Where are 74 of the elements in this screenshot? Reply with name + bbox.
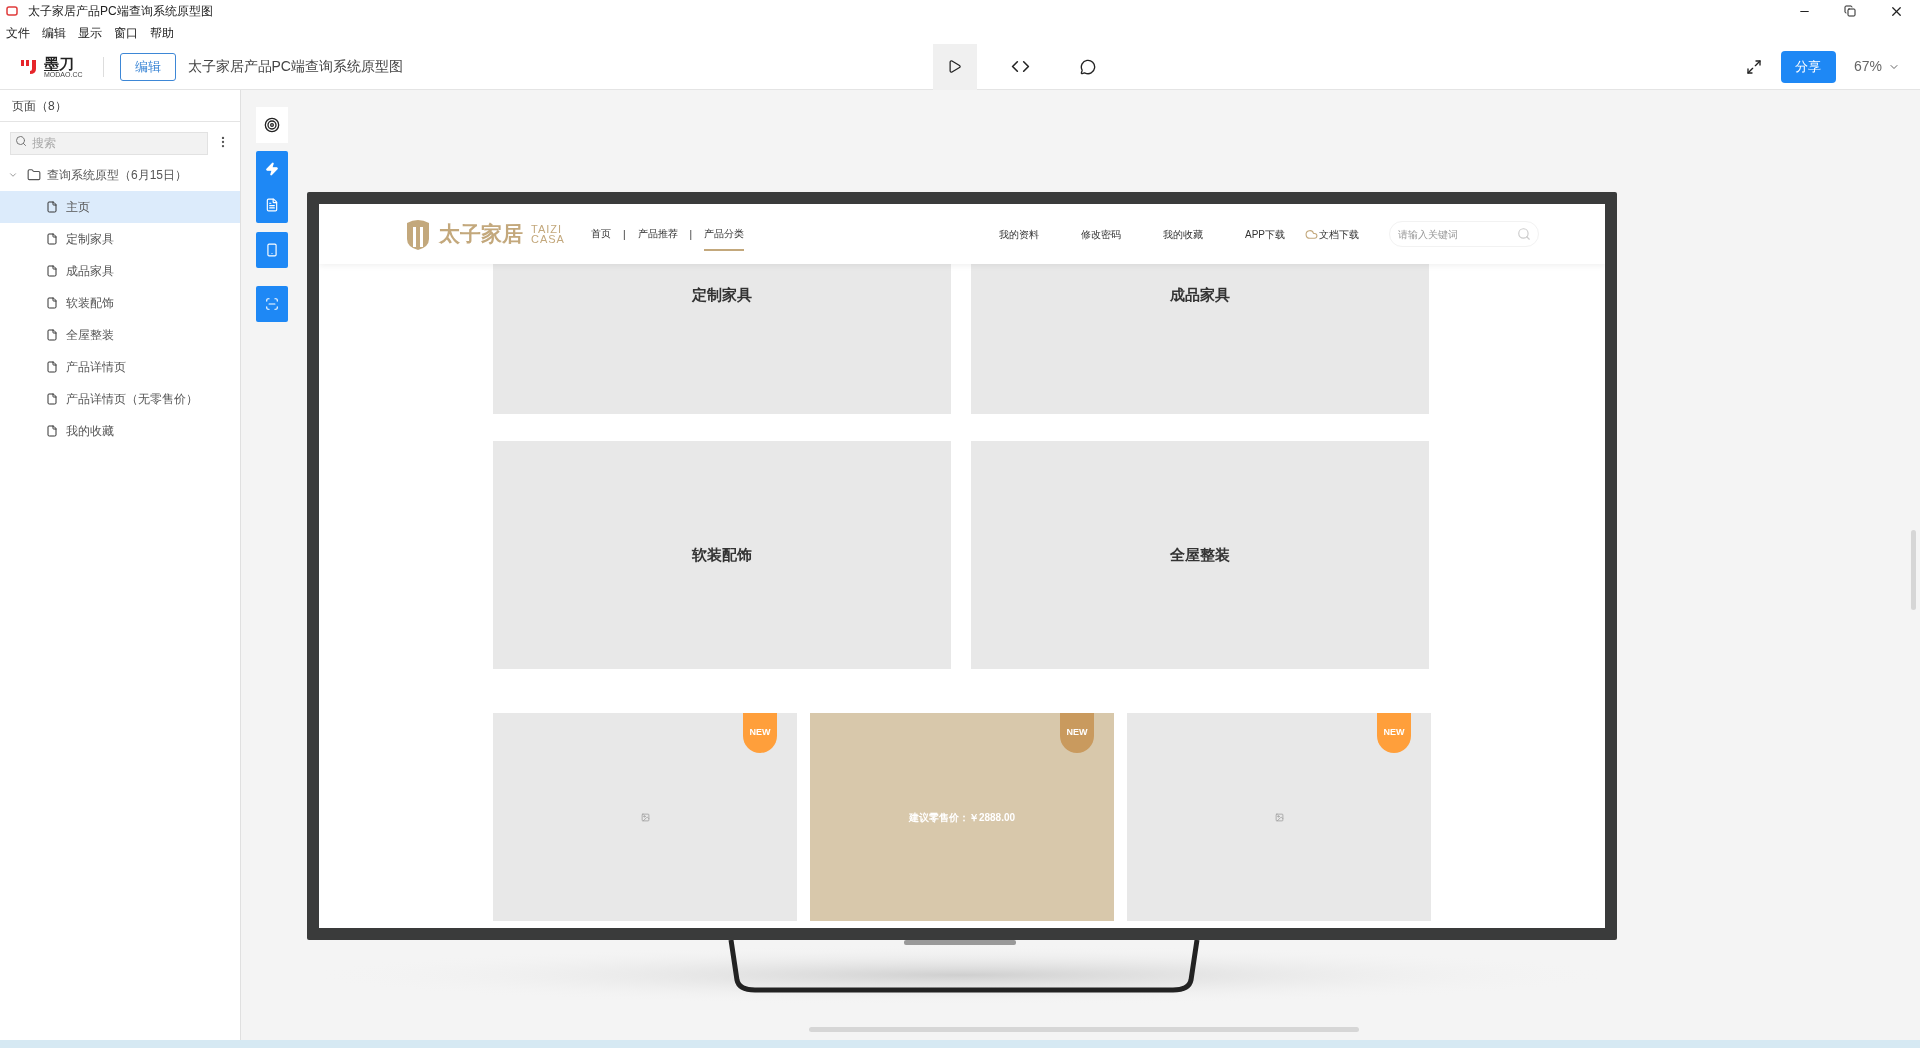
- category-card[interactable]: 全屋整装: [971, 441, 1429, 669]
- page-tree-item[interactable]: 我的收藏: [0, 414, 240, 447]
- page-tree-item[interactable]: 查询系统原型（6月15日）: [0, 158, 240, 191]
- nav-link[interactable]: 首页: [590, 217, 611, 251]
- toggle-tool-button[interactable]: [256, 286, 288, 322]
- page-tree-item[interactable]: 主页: [0, 190, 240, 223]
- new-badge: NEW: [1377, 713, 1411, 753]
- edit-button[interactable]: 编辑: [119, 52, 176, 81]
- brand-latin-top: TAIZI: [531, 224, 564, 234]
- header-link[interactable]: 我的资料: [999, 226, 1039, 242]
- page-tree-item[interactable]: 定制家具: [0, 222, 240, 255]
- horizontal-scrollbar[interactable]: [809, 1027, 1359, 1032]
- cloud-icon: [1305, 227, 1318, 241]
- page-icon: [46, 424, 58, 437]
- nav-separator: |: [689, 227, 693, 242]
- search-field[interactable]: 搜索: [10, 131, 208, 155]
- page-icon: [46, 264, 58, 277]
- target-icon: [264, 117, 280, 133]
- page-tree-item[interactable]: 产品详情页（无零售价）: [0, 382, 240, 415]
- share-button[interactable]: 分享: [1780, 50, 1836, 83]
- menu-item[interactable]: 窗口: [114, 24, 138, 42]
- new-badge: NEW: [743, 713, 777, 753]
- restore-icon[interactable]: [1844, 5, 1856, 17]
- page-icon: [46, 200, 58, 213]
- document-title: 太子家居产品PC端查询系统原型图: [187, 57, 403, 76]
- category-card[interactable]: 成品家具: [971, 264, 1429, 414]
- page-icon: [46, 392, 58, 405]
- window-title: 太子家居产品PC端查询系统原型图: [28, 3, 213, 20]
- vertical-scrollbar[interactable]: [1911, 530, 1916, 610]
- image-placeholder-icon: [640, 812, 650, 822]
- brand-latin-bottom: CASA: [531, 234, 565, 244]
- header-link[interactable]: 文档下载: [1319, 226, 1359, 242]
- document-icon: [265, 198, 279, 212]
- preview-button[interactable]: [932, 43, 977, 90]
- logo-text: 墨刀: [44, 55, 74, 71]
- page-tree-item[interactable]: 产品详情页: [0, 350, 240, 383]
- header-link[interactable]: 修改密码: [1081, 226, 1121, 242]
- page-icon: [46, 296, 58, 309]
- keyword-search-field[interactable]: 请输入关键词: [1389, 221, 1539, 247]
- zoom-dropdown[interactable]: 67%: [1853, 56, 1900, 77]
- page-tree-item[interactable]: 软装配饰: [0, 286, 240, 319]
- folder-icon: [27, 167, 41, 182]
- shield-logo-icon: [405, 217, 431, 251]
- menu-item[interactable]: 显示: [78, 24, 102, 42]
- page-icon: [46, 328, 58, 341]
- search-icon: [1517, 227, 1531, 241]
- scan-icon: [265, 297, 279, 311]
- page-tree-item[interactable]: 全屋整装: [0, 318, 240, 351]
- page-icon: [46, 232, 58, 245]
- nav-link[interactable]: 产品推荐: [637, 217, 678, 251]
- pages-header: 页面（8）: [12, 97, 67, 115]
- lightning-icon: [265, 162, 279, 176]
- page-icon: [46, 360, 58, 373]
- expand-icon: [1745, 58, 1762, 75]
- app-icon: [6, 6, 18, 16]
- brand-name: 太子家居: [439, 221, 523, 248]
- price-text: 建议零售价：￥2888.00: [908, 810, 1016, 825]
- category-card[interactable]: 软装配饰: [493, 441, 951, 669]
- nav-link[interactable]: 产品分类: [704, 217, 745, 251]
- page-tree-item[interactable]: 成品家具: [0, 254, 240, 287]
- category-card[interactable]: 定制家具: [493, 264, 951, 414]
- comment-icon: [1079, 58, 1096, 75]
- menu-item[interactable]: 编辑: [42, 24, 66, 42]
- menu-item[interactable]: 文件: [6, 24, 30, 42]
- menu-item[interactable]: 帮助: [150, 24, 174, 42]
- target-tool-button[interactable]: [256, 107, 288, 143]
- search-icon: [15, 135, 27, 147]
- nav-separator: |: [622, 227, 626, 242]
- header-link[interactable]: 我的收藏: [1163, 226, 1203, 242]
- new-badge: NEW: [1060, 713, 1094, 753]
- image-placeholder-icon: [1274, 812, 1284, 822]
- play-icon: [947, 59, 963, 74]
- phone-icon: [265, 243, 279, 257]
- header-link[interactable]: APP下载: [1245, 226, 1285, 242]
